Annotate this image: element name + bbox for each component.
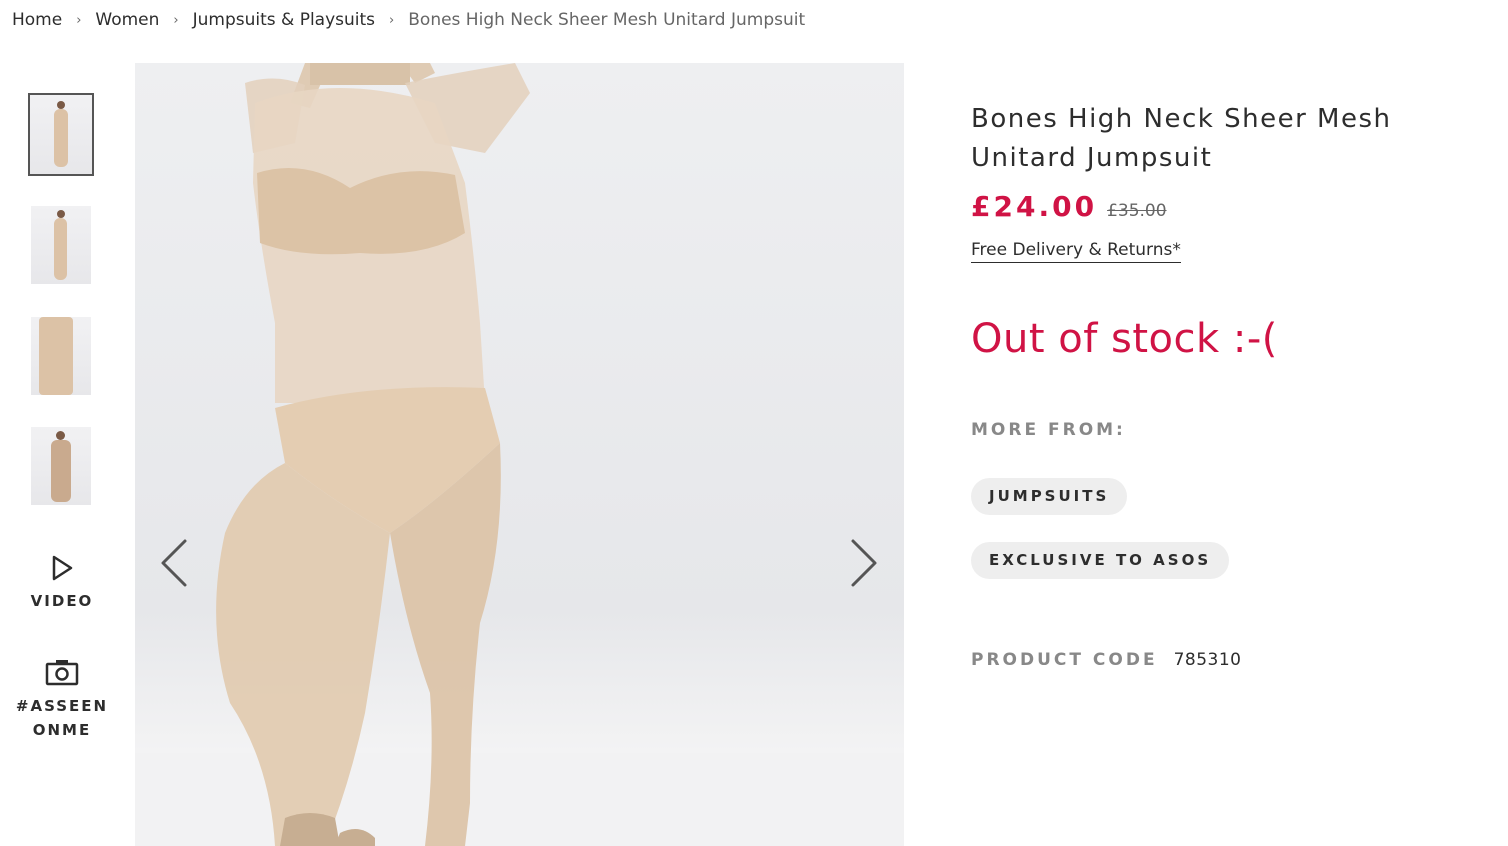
stock-status: Out of stock :-(: [971, 316, 1278, 362]
chevron-right-icon[interactable]: [843, 533, 883, 593]
thumbnail-figure: [56, 431, 65, 440]
product-code-value: 785310: [1173, 650, 1242, 670]
thumbnail-4[interactable]: [31, 427, 91, 505]
product-code-label: PRODUCT CODE: [971, 650, 1158, 670]
video-label: VIDEO: [30, 592, 94, 610]
thumbnail-figure: [54, 218, 67, 280]
thumbnail-figure: [57, 101, 65, 109]
more-from-exclusive-button[interactable]: EXCLUSIVE TO ASOS: [971, 542, 1230, 579]
breadcrumb: Home › Women › Jumpsuits & Playsuits › B…: [12, 8, 805, 32]
more-from-label: MORE FROM:: [971, 420, 1126, 440]
breadcrumb-home-link[interactable]: Home: [12, 10, 62, 30]
camera-icon: [45, 660, 79, 686]
free-delivery-link[interactable]: Free Delivery & Returns*: [971, 240, 1181, 263]
main-product-image: [135, 63, 904, 846]
thumbnail-figure: [54, 109, 68, 167]
breadcrumb-women-link[interactable]: Women: [95, 10, 159, 30]
more-from-jumpsuits-button[interactable]: JUMPSUITS: [971, 478, 1128, 515]
thumbnail-2[interactable]: [31, 206, 91, 284]
breadcrumb-separator: ›: [173, 12, 179, 28]
asseenonme-label: ONME: [32, 721, 92, 739]
breadcrumb-separator: ›: [76, 12, 82, 28]
previous-price: £35.00: [1107, 201, 1167, 221]
video-button[interactable]: VIDEO: [12, 555, 112, 613]
thumbnail-3[interactable]: [31, 317, 91, 395]
thumbnail-figure: [39, 317, 73, 395]
current-price: £24.00: [971, 190, 1098, 223]
breadcrumb-category-link[interactable]: Jumpsuits & Playsuits: [193, 10, 375, 30]
thumbnail-figure: [57, 210, 65, 218]
asseenonme-button[interactable]: #ASSEEN ONME: [12, 658, 112, 742]
asseenonme-label: #ASSEEN: [15, 697, 109, 715]
product-title: Bones High Neck Sheer Mesh Unitard Jumps…: [971, 104, 1392, 173]
thumbnail-1[interactable]: [28, 93, 94, 176]
thumbnail-figure: [51, 440, 71, 502]
breadcrumb-separator: ›: [389, 12, 395, 28]
price-row: £24.00 £35.00: [971, 190, 1167, 223]
breadcrumb-current: Bones High Neck Sheer Mesh Unitard Jumps…: [408, 10, 806, 30]
model-figure: [216, 63, 530, 846]
chevron-left-icon[interactable]: [155, 533, 195, 593]
play-icon: [52, 555, 73, 581]
product-code: PRODUCT CODE 785310: [971, 650, 1241, 670]
